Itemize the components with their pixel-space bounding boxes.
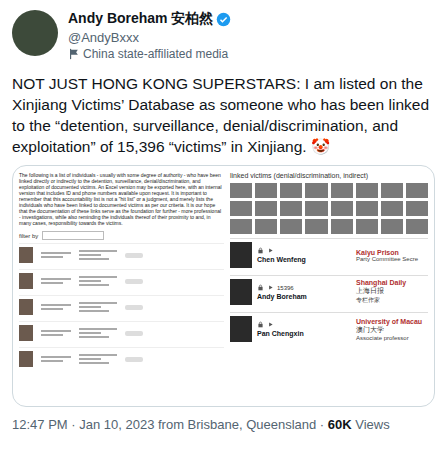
person-name[interactable]: Chen Wenfeng: [257, 256, 351, 263]
author-name[interactable]: Andy Boreham 安柏然: [68, 10, 213, 28]
affiliation-label[interactable]: China state-affiliated media: [68, 47, 231, 61]
organisation: Shanghai Daily: [356, 279, 428, 286]
person-photo: [19, 273, 33, 289]
person-photo: [230, 242, 252, 268]
table-row: [19, 269, 224, 292]
play-icon: [267, 247, 274, 254]
organisation: Kaiyu Prison: [356, 249, 428, 256]
person-photo: [19, 325, 33, 341]
author-info: Andy Boreham 安柏然 @AndyBxxx China state-aff…: [68, 10, 231, 61]
face-photo: [356, 219, 378, 234]
face-photo: [280, 201, 302, 216]
face-photo: [230, 219, 252, 234]
face-photo: [331, 201, 353, 216]
face-photo: [230, 201, 252, 216]
lock-icon: [257, 321, 264, 328]
intro-text: The following is a list of individuals -…: [19, 172, 224, 226]
face-photo: [381, 219, 403, 234]
tweet: Andy Boreham 安柏然 @AndyBxxx China state-aff…: [0, 0, 447, 460]
linked-panel: linked victims (denial/discrimination, i…: [230, 172, 428, 400]
person-card: 15396 Andy Boreham Shanghai Daily上海日报专栏作家: [230, 275, 428, 308]
face-photo: [406, 219, 428, 234]
face-grid: [230, 183, 428, 234]
tweet-text: NOT JUST HONG KONG SUPERSTARS: I am list…: [12, 73, 435, 157]
role: 专栏作家: [356, 296, 428, 305]
person-name[interactable]: Pan Chengxin: [257, 330, 351, 337]
face-photo: [356, 183, 378, 198]
face-photo: [305, 219, 327, 234]
table-row: [19, 321, 224, 344]
filter-bar: filter by: [19, 231, 224, 240]
filter-input[interactable]: [42, 231, 104, 240]
face-photo: [331, 183, 353, 198]
panel-title: linked victims (denial/discrimination, i…: [230, 172, 428, 179]
face-photo: [305, 183, 327, 198]
face-photo: [255, 201, 277, 216]
face-photo: [255, 219, 277, 234]
face-photo: [280, 219, 302, 234]
face-photo: [406, 183, 428, 198]
face-photo: [381, 201, 403, 216]
flag-icon: [68, 48, 80, 60]
person-photo: [230, 316, 252, 342]
person-name[interactable]: Andy Boreham: [257, 293, 351, 300]
person-photo: [19, 351, 33, 367]
lock-icon: [257, 284, 264, 291]
database-list: The following is a list of individuals -…: [19, 172, 224, 400]
person-photo: [19, 247, 33, 263]
tweet-image[interactable]: The following is a list of individuals -…: [12, 165, 435, 407]
person-photo: [19, 299, 33, 315]
play-icon: [267, 284, 274, 291]
tweet-header: Andy Boreham 安柏然 @AndyBxxx China state-aff…: [12, 10, 435, 61]
face-photo: [280, 183, 302, 198]
person-photo: [230, 279, 252, 305]
face-photo: [305, 201, 327, 216]
table-row: [19, 295, 224, 318]
face-photo: [406, 201, 428, 216]
organisation-zh: 上海日报: [356, 286, 428, 296]
role: Associate professor: [356, 335, 428, 341]
face-photo: [230, 183, 252, 198]
person-card: Pan Chengxin University of Macau澳门大学Assoc…: [230, 312, 428, 345]
person-card: Chen Wenfeng Kaiyu PrisonParty Committee …: [230, 238, 428, 271]
face-photo: [356, 201, 378, 216]
face-photo: [255, 183, 277, 198]
face-photo: [381, 183, 403, 198]
tweet-meta: 12:47 PM · Jan 10, 2023 from Brisbane, Q…: [12, 417, 435, 432]
table-row: [19, 243, 224, 266]
lock-icon: [257, 247, 264, 254]
victim-count: 15396: [277, 285, 294, 291]
role: Party Committee Secre: [356, 256, 428, 262]
play-icon: [267, 321, 274, 328]
face-photo: [331, 219, 353, 234]
organisation: University of Macau: [356, 318, 428, 325]
avatar[interactable]: [12, 10, 58, 56]
verified-icon: [216, 12, 231, 27]
organisation-zh: 澳门大学: [356, 325, 428, 335]
author-handle[interactable]: @AndyBxxx: [68, 30, 231, 45]
table-row: [19, 347, 224, 370]
